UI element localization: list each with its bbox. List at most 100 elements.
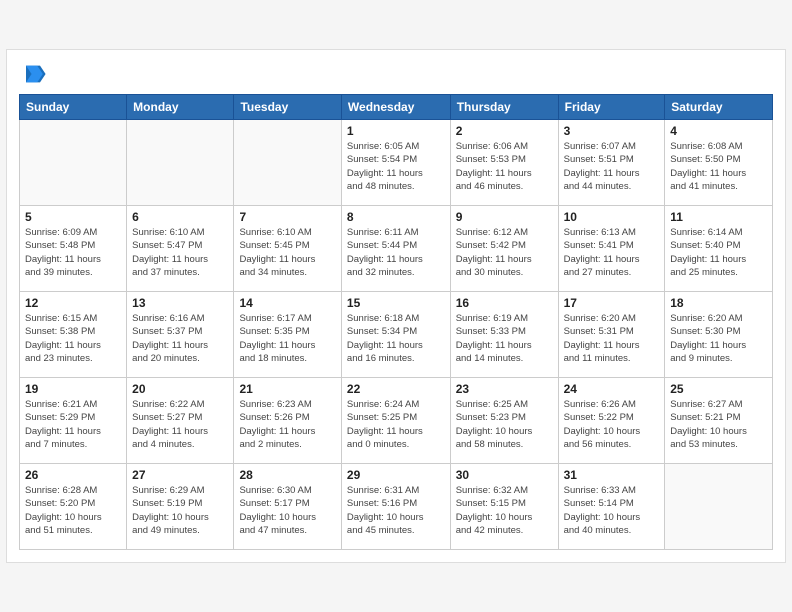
- day-cell: 21 Sunrise: 6:23 AM Sunset: 5:26 PM Dayli…: [234, 378, 341, 464]
- weekday-header-wednesday: Wednesday: [341, 95, 450, 120]
- day-number: 18: [670, 296, 767, 310]
- day-info: Sunrise: 6:11 AM Sunset: 5:44 PM Dayligh…: [347, 226, 445, 279]
- day-info: Sunrise: 6:10 AM Sunset: 5:45 PM Dayligh…: [239, 226, 335, 279]
- day-number: 21: [239, 382, 335, 396]
- day-number: 24: [564, 382, 660, 396]
- day-number: 14: [239, 296, 335, 310]
- day-cell: 4 Sunrise: 6:08 AM Sunset: 5:50 PM Daylig…: [665, 120, 773, 206]
- day-info: Sunrise: 6:33 AM Sunset: 5:14 PM Dayligh…: [564, 484, 660, 537]
- day-cell: 19 Sunrise: 6:21 AM Sunset: 5:29 PM Dayli…: [20, 378, 127, 464]
- weekday-header-sunday: Sunday: [20, 95, 127, 120]
- day-cell: [20, 120, 127, 206]
- day-info: Sunrise: 6:20 AM Sunset: 5:30 PM Dayligh…: [670, 312, 767, 365]
- day-number: 15: [347, 296, 445, 310]
- day-info: Sunrise: 6:19 AM Sunset: 5:33 PM Dayligh…: [456, 312, 553, 365]
- day-number: 22: [347, 382, 445, 396]
- day-info: Sunrise: 6:25 AM Sunset: 5:23 PM Dayligh…: [456, 398, 553, 451]
- day-cell: 13 Sunrise: 6:16 AM Sunset: 5:37 PM Dayli…: [127, 292, 234, 378]
- weekday-header-saturday: Saturday: [665, 95, 773, 120]
- day-info: Sunrise: 6:05 AM Sunset: 5:54 PM Dayligh…: [347, 140, 445, 193]
- day-number: 25: [670, 382, 767, 396]
- day-cell: 23 Sunrise: 6:25 AM Sunset: 5:23 PM Dayli…: [450, 378, 558, 464]
- day-cell: 3 Sunrise: 6:07 AM Sunset: 5:51 PM Daylig…: [558, 120, 665, 206]
- day-cell: 8 Sunrise: 6:11 AM Sunset: 5:44 PM Daylig…: [341, 206, 450, 292]
- day-cell: 1Sunrise: 6:05 AM Sunset: 5:54 PM Daylig…: [341, 120, 450, 206]
- day-number: 11: [670, 210, 767, 224]
- day-cell: 16 Sunrise: 6:19 AM Sunset: 5:33 PM Dayli…: [450, 292, 558, 378]
- day-number: 8: [347, 210, 445, 224]
- day-info: Sunrise: 6:29 AM Sunset: 5:19 PM Dayligh…: [132, 484, 228, 537]
- week-row-2: 12Sunrise: 6:15 AM Sunset: 5:38 PM Dayli…: [20, 292, 773, 378]
- weekday-header-thursday: Thursday: [450, 95, 558, 120]
- week-row-4: 26Sunrise: 6:28 AM Sunset: 5:20 PM Dayli…: [20, 464, 773, 550]
- day-number: 4: [670, 124, 767, 138]
- day-cell: 20 Sunrise: 6:22 AM Sunset: 5:27 PM Dayli…: [127, 378, 234, 464]
- day-info: Sunrise: 6:07 AM Sunset: 5:51 PM Dayligh…: [564, 140, 660, 193]
- day-cell: 12Sunrise: 6:15 AM Sunset: 5:38 PM Dayli…: [20, 292, 127, 378]
- day-info: Sunrise: 6:27 AM Sunset: 5:21 PM Dayligh…: [670, 398, 767, 451]
- day-info: Sunrise: 6:10 AM Sunset: 5:47 PM Dayligh…: [132, 226, 228, 279]
- day-cell: 14Sunrise: 6:17 AM Sunset: 5:35 PM Dayli…: [234, 292, 341, 378]
- day-number: 27: [132, 468, 228, 482]
- day-cell: 17 Sunrise: 6:20 AM Sunset: 5:31 PM Dayli…: [558, 292, 665, 378]
- day-number: 29: [347, 468, 445, 482]
- day-info: Sunrise: 6:32 AM Sunset: 5:15 PM Dayligh…: [456, 484, 553, 537]
- week-row-1: 5 Sunrise: 6:09 AM Sunset: 5:48 PM Daylig…: [20, 206, 773, 292]
- day-info: Sunrise: 6:22 AM Sunset: 5:27 PM Dayligh…: [132, 398, 228, 451]
- day-number: 10: [564, 210, 660, 224]
- day-number: 3: [564, 124, 660, 138]
- header: [19, 60, 773, 88]
- day-info: Sunrise: 6:18 AM Sunset: 5:34 PM Dayligh…: [347, 312, 445, 365]
- week-row-3: 19 Sunrise: 6:21 AM Sunset: 5:29 PM Dayli…: [20, 378, 773, 464]
- day-info: Sunrise: 6:16 AM Sunset: 5:37 PM Dayligh…: [132, 312, 228, 365]
- weekday-header-monday: Monday: [127, 95, 234, 120]
- day-cell: 7 Sunrise: 6:10 AM Sunset: 5:45 PM Daylig…: [234, 206, 341, 292]
- day-info: Sunrise: 6:14 AM Sunset: 5:40 PM Dayligh…: [670, 226, 767, 279]
- day-info: Sunrise: 6:26 AM Sunset: 5:22 PM Dayligh…: [564, 398, 660, 451]
- day-info: Sunrise: 6:06 AM Sunset: 5:53 PM Dayligh…: [456, 140, 553, 193]
- day-cell: 10Sunrise: 6:13 AM Sunset: 5:41 PM Dayli…: [558, 206, 665, 292]
- day-info: Sunrise: 6:31 AM Sunset: 5:16 PM Dayligh…: [347, 484, 445, 537]
- day-info: Sunrise: 6:08 AM Sunset: 5:50 PM Dayligh…: [670, 140, 767, 193]
- weekday-header-row: SundayMondayTuesdayWednesdayThursdayFrid…: [20, 95, 773, 120]
- weekday-header-friday: Friday: [558, 95, 665, 120]
- day-info: Sunrise: 6:30 AM Sunset: 5:17 PM Dayligh…: [239, 484, 335, 537]
- day-number: 9: [456, 210, 553, 224]
- day-cell: 5 Sunrise: 6:09 AM Sunset: 5:48 PM Daylig…: [20, 206, 127, 292]
- day-cell: 6 Sunrise: 6:10 AM Sunset: 5:47 PM Daylig…: [127, 206, 234, 292]
- logo-icon: [19, 60, 47, 88]
- day-number: 20: [132, 382, 228, 396]
- day-number: 17: [564, 296, 660, 310]
- day-info: Sunrise: 6:21 AM Sunset: 5:29 PM Dayligh…: [25, 398, 121, 451]
- day-info: Sunrise: 6:28 AM Sunset: 5:20 PM Dayligh…: [25, 484, 121, 537]
- day-info: Sunrise: 6:20 AM Sunset: 5:31 PM Dayligh…: [564, 312, 660, 365]
- day-cell: 2 Sunrise: 6:06 AM Sunset: 5:53 PM Daylig…: [450, 120, 558, 206]
- day-cell: [665, 464, 773, 550]
- calendar-container: SundayMondayTuesdayWednesdayThursdayFrid…: [6, 49, 786, 563]
- day-cell: 9Sunrise: 6:12 AM Sunset: 5:42 PM Daylig…: [450, 206, 558, 292]
- day-number: 23: [456, 382, 553, 396]
- day-number: 16: [456, 296, 553, 310]
- day-number: 30: [456, 468, 553, 482]
- day-cell: 30 Sunrise: 6:32 AM Sunset: 5:15 PM Dayli…: [450, 464, 558, 550]
- day-info: Sunrise: 6:09 AM Sunset: 5:48 PM Dayligh…: [25, 226, 121, 279]
- day-cell: 27 Sunrise: 6:29 AM Sunset: 5:19 PM Dayli…: [127, 464, 234, 550]
- weekday-header-tuesday: Tuesday: [234, 95, 341, 120]
- day-number: 19: [25, 382, 121, 396]
- day-cell: 26Sunrise: 6:28 AM Sunset: 5:20 PM Dayli…: [20, 464, 127, 550]
- day-number: 5: [25, 210, 121, 224]
- calendar-table: SundayMondayTuesdayWednesdayThursdayFrid…: [19, 94, 773, 550]
- day-number: 6: [132, 210, 228, 224]
- day-cell: 28 Sunrise: 6:30 AM Sunset: 5:17 PM Dayli…: [234, 464, 341, 550]
- day-number: 13: [132, 296, 228, 310]
- day-number: 2: [456, 124, 553, 138]
- day-cell: 29 Sunrise: 6:31 AM Sunset: 5:16 PM Dayli…: [341, 464, 450, 550]
- day-info: Sunrise: 6:23 AM Sunset: 5:26 PM Dayligh…: [239, 398, 335, 451]
- day-cell: 15 Sunrise: 6:18 AM Sunset: 5:34 PM Dayli…: [341, 292, 450, 378]
- day-number: 7: [239, 210, 335, 224]
- day-cell: 11 Sunrise: 6:14 AM Sunset: 5:40 PM Dayli…: [665, 206, 773, 292]
- day-cell: 25 Sunrise: 6:27 AM Sunset: 5:21 PM Dayli…: [665, 378, 773, 464]
- logo: [19, 60, 51, 88]
- day-number: 28: [239, 468, 335, 482]
- day-number: 31: [564, 468, 660, 482]
